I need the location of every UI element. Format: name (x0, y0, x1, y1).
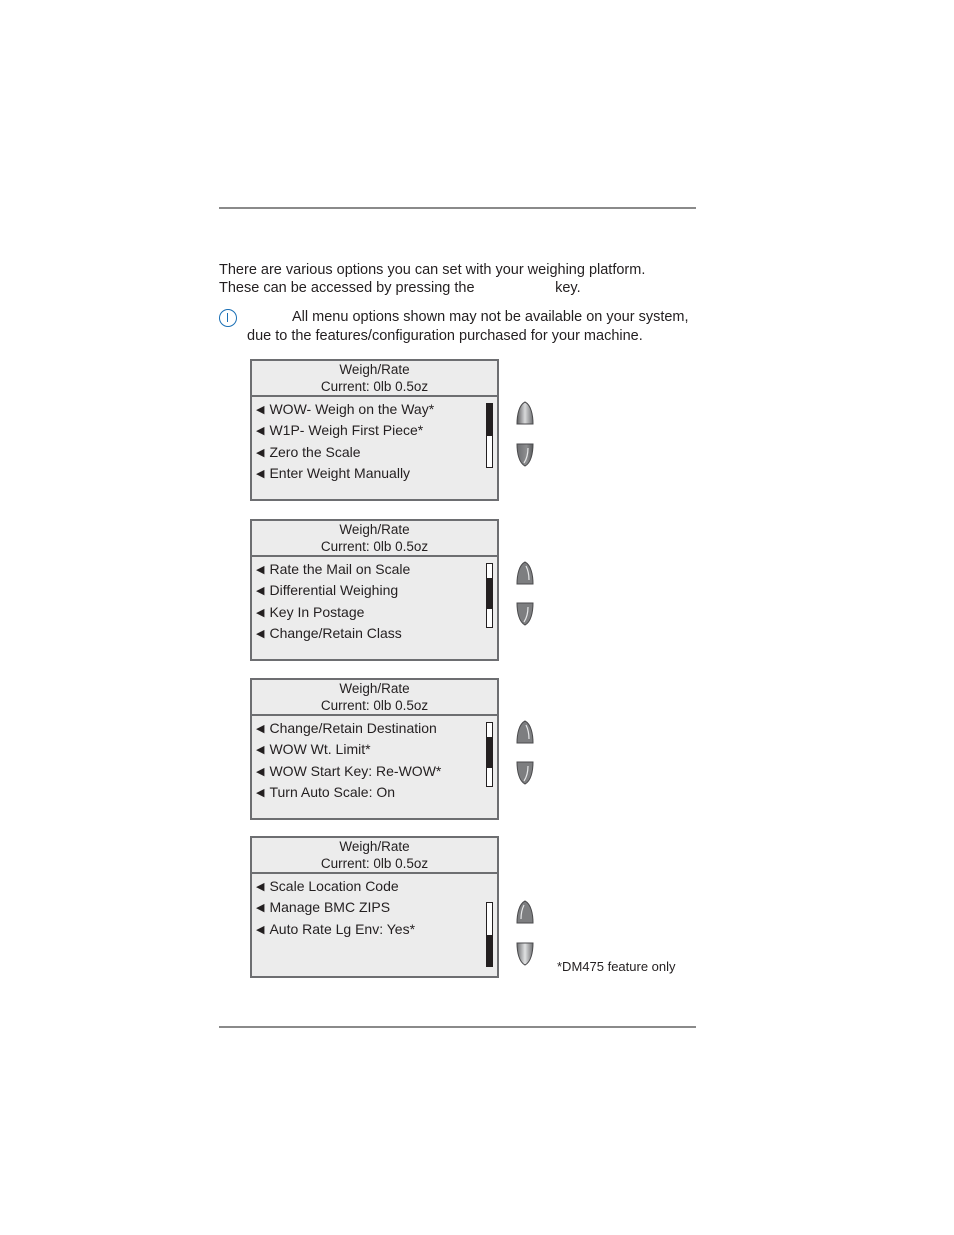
scroll-up-key-icon[interactable] (516, 720, 534, 744)
scroll-down-key-icon[interactable] (516, 942, 534, 966)
screen-current-weight: Current: 0lb 0.5oz (320, 855, 429, 871)
menu-item[interactable]: ◀ Differential Weighing (252, 580, 497, 601)
menu-item[interactable]: ◀ Key In Postage (252, 602, 497, 623)
screen-title: Weigh/Rate (339, 362, 410, 377)
scroll-down-key-icon[interactable] (516, 443, 534, 467)
menu-item[interactable]: ◀ Manage BMC ZIPS (252, 897, 497, 918)
menu-item[interactable]: ◀ Rate the Mail on Scale (252, 559, 497, 580)
menu-item[interactable]: ◀ Enter Weight Manually (252, 463, 497, 484)
lcd-screen-4: Weigh/Rate Current: 0lb 0.5oz ◀ Scale Loc… (250, 836, 499, 978)
header-rule (219, 207, 696, 209)
scrollbar-thumb[interactable] (487, 577, 492, 610)
footer-rule (219, 1026, 696, 1028)
left-arrow-icon: ◀ (256, 765, 265, 778)
lcd-screen-3: Weigh/Rate Current: 0lb 0.5oz ◀ Change/Re… (250, 678, 499, 820)
screen-header: Weigh/Rate Current: 0lb 0.5oz (252, 361, 497, 397)
left-arrow-icon: ◀ (256, 881, 265, 893)
intro-line-2: These can be accessed by pressing the ke… (219, 280, 581, 296)
info-icon (219, 309, 237, 327)
scrollbar-thumb[interactable] (487, 736, 492, 769)
scrollbar-thumb[interactable] (487, 934, 492, 966)
screen-title: Weigh/Rate (339, 681, 410, 696)
scroll-down-key-icon[interactable] (516, 602, 534, 626)
menu-item[interactable]: ◀ Change/Retain Destination (252, 718, 497, 739)
left-arrow-icon: ◀ (256, 425, 265, 438)
menu-item[interactable]: ◀ WOW Start Key: Re-WOW* (252, 761, 497, 782)
scrollbar[interactable] (486, 563, 493, 628)
left-arrow-icon: ◀ (256, 723, 265, 735)
lcd-screen-1: Weigh/Rate Current: 0lb 0.5oz ◀ WOW- Weig… (250, 359, 499, 501)
left-arrow-icon: ◀ (256, 627, 265, 640)
scrollbar[interactable] (486, 403, 493, 468)
left-arrow-icon: ◀ (256, 446, 265, 459)
intro-line-1: There are various options you can set wi… (219, 262, 646, 278)
screen-current-weight: Current: 0lb 0.5oz (320, 697, 429, 713)
left-arrow-icon: ◀ (256, 467, 265, 480)
screen-current-weight: Current: 0lb 0.5oz (320, 538, 429, 554)
left-arrow-icon: ◀ (256, 923, 265, 936)
scrollbar-thumb[interactable] (487, 404, 492, 436)
left-arrow-icon: ◀ (256, 902, 265, 915)
scrollbar[interactable] (486, 902, 493, 967)
left-arrow-icon: ◀ (256, 564, 265, 576)
menu-item[interactable]: ◀ WOW- Weigh on the Way* (252, 399, 497, 420)
left-arrow-icon: ◀ (256, 744, 265, 757)
scroll-up-key-icon[interactable] (516, 561, 534, 585)
menu-item[interactable]: ◀ Change/Retain Class (252, 623, 497, 644)
left-arrow-icon: ◀ (256, 606, 265, 619)
scroll-up-key-icon[interactable] (516, 401, 534, 425)
menu-item[interactable]: ◀ Turn Auto Scale: On (252, 782, 497, 803)
menu-item[interactable]: ◀ WOW Wt. Limit* (252, 739, 497, 760)
scrollbar[interactable] (486, 722, 493, 787)
lcd-screen-2: Weigh/Rate Current: 0lb 0.5oz ◀ Rate the … (250, 519, 499, 661)
scroll-down-key-icon[interactable] (516, 761, 534, 785)
note-line-2: due to the features/configuration purcha… (247, 328, 643, 344)
left-arrow-icon: ◀ (256, 404, 265, 416)
intro-paragraph: There are various options you can set wi… (219, 261, 709, 297)
left-arrow-icon: ◀ (256, 786, 265, 799)
screen-header: Weigh/Rate Current: 0lb 0.5oz (252, 838, 497, 874)
menu-item[interactable]: ◀ Scale Location Code (252, 876, 497, 897)
menu-item[interactable]: ◀ W1P- Weigh First Piece* (252, 420, 497, 441)
screen-title: Weigh/Rate (339, 522, 410, 537)
left-arrow-icon: ◀ (256, 585, 265, 598)
note-line-1: All menu options shown may not be availa… (292, 309, 689, 325)
scroll-up-key-icon[interactable] (516, 900, 534, 924)
footnote: *DM475 feature only (557, 959, 676, 974)
screen-header: Weigh/Rate Current: 0lb 0.5oz (252, 521, 497, 557)
menu-item[interactable]: ◀ Zero the Scale (252, 442, 497, 463)
screen-header: Weigh/Rate Current: 0lb 0.5oz (252, 680, 497, 716)
menu-item[interactable]: ◀ Auto Rate Lg Env: Yes* (252, 919, 497, 940)
screen-current-weight: Current: 0lb 0.5oz (320, 378, 429, 394)
screen-title: Weigh/Rate (339, 839, 410, 854)
